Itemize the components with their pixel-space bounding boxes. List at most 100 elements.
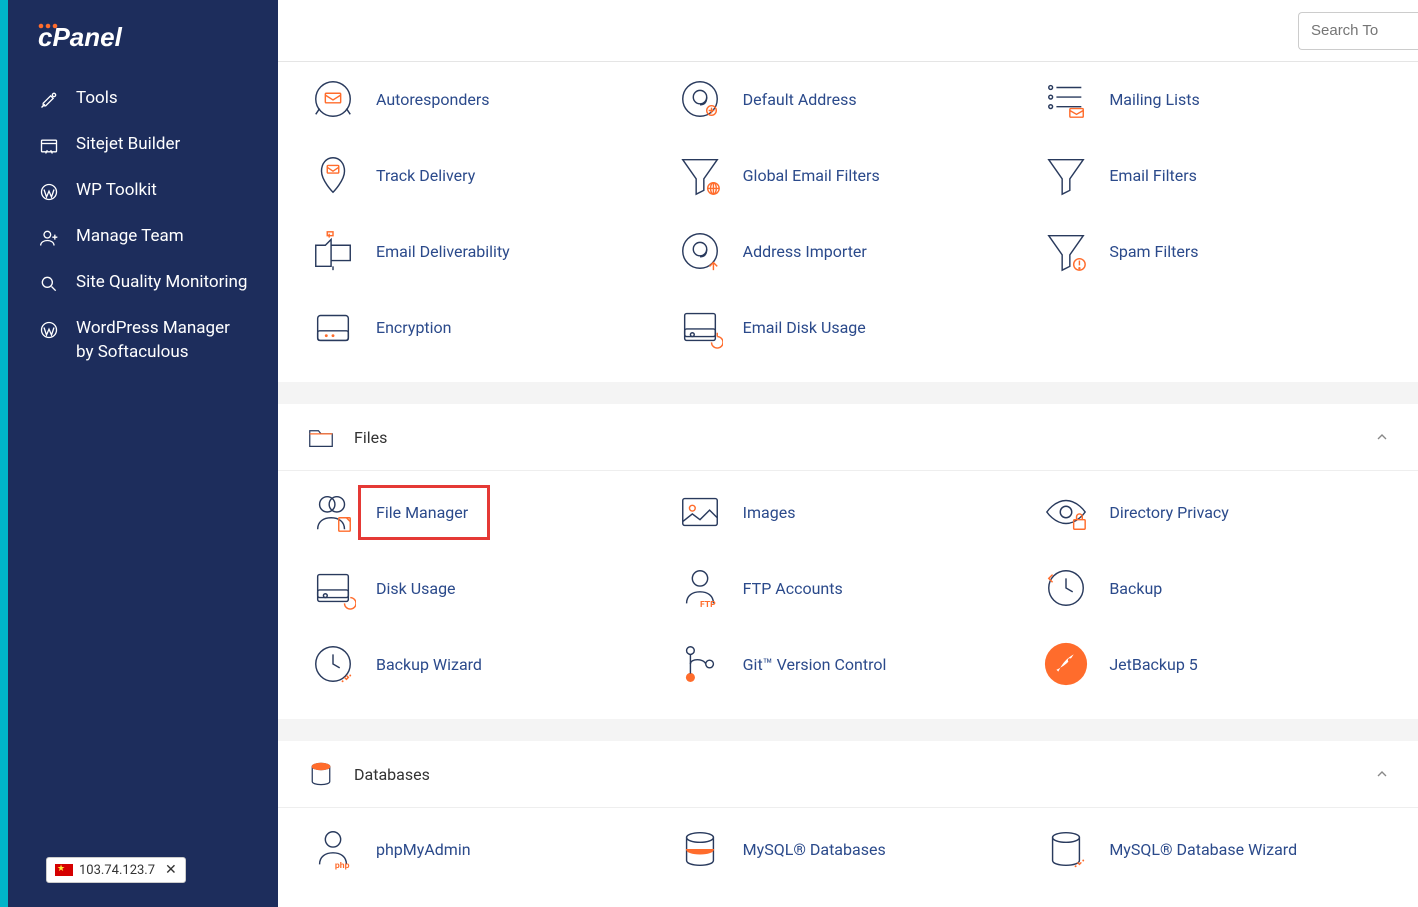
main-area: Autoresponders Default Address Mailing L… xyxy=(278,0,1418,907)
jetbackup-icon xyxy=(1041,639,1091,689)
ip-badge[interactable]: 103.74.123.7 ✕ xyxy=(46,857,186,883)
sidebar-item-wptoolkit[interactable]: WP Toolkit xyxy=(8,168,278,214)
feature-label: Email Disk Usage xyxy=(743,318,866,337)
feature-images[interactable]: Images xyxy=(665,481,1032,543)
sidebar-item-label: WordPress Manager by Softaculous xyxy=(76,317,248,365)
importer-icon xyxy=(675,226,725,276)
svg-text:php: php xyxy=(335,861,350,871)
ftp-icon: FTP xyxy=(675,563,725,613)
feature-mysql-wizard[interactable]: MySQL® Database Wizard xyxy=(1031,818,1398,880)
sidebar-item-sitejet[interactable]: Sitejet Builder xyxy=(8,122,278,168)
feature-label: Disk Usage xyxy=(376,579,456,598)
section-title: Databases xyxy=(354,765,430,784)
database-icon xyxy=(306,759,336,789)
feature-mailing-lists[interactable]: Mailing Lists xyxy=(1031,68,1398,130)
feature-ftp[interactable]: FTP FTP Accounts xyxy=(665,557,1032,619)
feature-disk-usage[interactable]: Disk Usage xyxy=(298,557,665,619)
feature-directory-privacy[interactable]: Directory Privacy xyxy=(1031,481,1398,543)
feature-remote-mysql[interactable]: Remote MySQL® xyxy=(298,894,665,907)
section-title: Files xyxy=(354,428,387,447)
feature-label: FTP Accounts xyxy=(743,579,843,598)
default-address-icon xyxy=(675,74,725,124)
sidebar-item-label: Sitejet Builder xyxy=(76,133,248,157)
feature-default-address[interactable]: Default Address xyxy=(665,68,1032,130)
search-input[interactable] xyxy=(1298,12,1418,50)
feature-label: MySQL® Database Wizard xyxy=(1109,840,1297,859)
sidebar-item-wpmanager[interactable]: WordPress Manager by Softaculous xyxy=(8,306,278,376)
accent-bar xyxy=(0,0,8,907)
feature-postgres[interactable]: PostgreSQL Databases xyxy=(665,894,1032,907)
mysql-wizard-icon xyxy=(1041,824,1091,874)
feature-backup-wizard[interactable]: Backup Wizard xyxy=(298,633,665,695)
sidebar-item-sitequality[interactable]: Site Quality Monitoring xyxy=(8,260,278,306)
git-icon xyxy=(675,639,725,689)
feature-label: phpMyAdmin xyxy=(376,840,471,859)
backup-icon xyxy=(1041,563,1091,613)
sidebar-item-tools[interactable]: Tools xyxy=(8,76,278,122)
cpanel-logo[interactable]: cPanel xyxy=(8,0,278,76)
sidebar-item-label: Site Quality Monitoring xyxy=(76,271,248,295)
postgres-icon xyxy=(675,900,725,907)
feature-label: Images xyxy=(743,503,796,522)
feature-label: Backup xyxy=(1109,579,1162,598)
close-icon[interactable]: ✕ xyxy=(165,862,177,878)
feature-label: Email Deliverability xyxy=(376,242,510,261)
feature-label: Git™ Version Control xyxy=(743,655,887,674)
autoresponders-icon xyxy=(308,74,358,124)
sidebar: cPanel Tools Sitejet Builder xyxy=(8,0,278,907)
feature-backup[interactable]: Backup xyxy=(1031,557,1398,619)
backup-wizard-icon xyxy=(308,639,358,689)
tools-icon xyxy=(38,89,60,111)
topbar xyxy=(278,0,1418,62)
phpmyadmin-icon: php xyxy=(308,824,358,874)
feature-postgres-wizard[interactable]: PostgreSQL Database Wizard xyxy=(1031,894,1398,907)
files-grid: File Manager Images Directory Privacy xyxy=(278,471,1418,719)
sidebar-item-label: WP Toolkit xyxy=(76,179,248,203)
deliverability-icon xyxy=(308,226,358,276)
magnifier-icon xyxy=(38,273,60,295)
feature-autoresponders[interactable]: Autoresponders xyxy=(298,68,665,130)
section-header-files[interactable]: Files xyxy=(278,404,1418,471)
feature-email-disk[interactable]: Email Disk Usage xyxy=(665,296,1032,358)
feature-mysql[interactable]: MySQL® Databases xyxy=(665,818,1032,880)
feature-label: Address Importer xyxy=(743,242,867,261)
flag-icon xyxy=(55,864,73,876)
section-header-databases[interactable]: Databases xyxy=(278,741,1418,808)
feature-label: Track Delivery xyxy=(376,166,475,185)
feature-file-manager[interactable]: File Manager xyxy=(298,481,665,543)
chevron-up-icon[interactable] xyxy=(1374,766,1390,782)
sidebar-item-label: Manage Team xyxy=(76,225,248,249)
disk-usage-icon xyxy=(308,563,358,613)
email-disk-icon xyxy=(675,302,725,352)
feature-deliverability[interactable]: Email Deliverability xyxy=(298,220,665,282)
folder-icon xyxy=(306,422,336,452)
feature-label: Email Filters xyxy=(1109,166,1197,185)
mailing-lists-icon xyxy=(1041,74,1091,124)
feature-git[interactable]: Git™ Version Control xyxy=(665,633,1032,695)
global-filters-icon xyxy=(675,150,725,200)
content-scroll: Autoresponders Default Address Mailing L… xyxy=(278,62,1418,907)
chevron-up-icon[interactable] xyxy=(1374,429,1390,445)
feature-label: Backup Wizard xyxy=(376,655,482,674)
sidebar-nav: Tools Sitejet Builder WP Toolkit Manage … xyxy=(8,76,278,376)
sidebar-item-team[interactable]: Manage Team xyxy=(8,214,278,260)
track-delivery-icon xyxy=(308,150,358,200)
feature-global-filters[interactable]: Global Email Filters xyxy=(665,144,1032,206)
feature-jetbackup[interactable]: JetBackup 5 xyxy=(1031,633,1398,695)
feature-encryption[interactable]: Encryption xyxy=(298,296,665,358)
directory-privacy-icon xyxy=(1041,487,1091,537)
feature-spam-filters[interactable]: Spam Filters xyxy=(1031,220,1398,282)
feature-label: JetBackup 5 xyxy=(1109,655,1197,674)
sidebar-item-label: Tools xyxy=(76,87,248,111)
feature-importer[interactable]: Address Importer xyxy=(665,220,1032,282)
feature-phpmyadmin[interactable]: php phpMyAdmin xyxy=(298,818,665,880)
svg-text:cPanel: cPanel xyxy=(38,22,123,52)
feature-email-filters[interactable]: Email Filters xyxy=(1031,144,1398,206)
feature-label: Autoresponders xyxy=(376,90,490,109)
filters-icon xyxy=(1041,150,1091,200)
feature-label: File Manager xyxy=(376,503,468,522)
sitejet-icon xyxy=(38,135,60,157)
postgres-wizard-icon xyxy=(1041,900,1091,907)
images-icon xyxy=(675,487,725,537)
feature-track-delivery[interactable]: Track Delivery xyxy=(298,144,665,206)
